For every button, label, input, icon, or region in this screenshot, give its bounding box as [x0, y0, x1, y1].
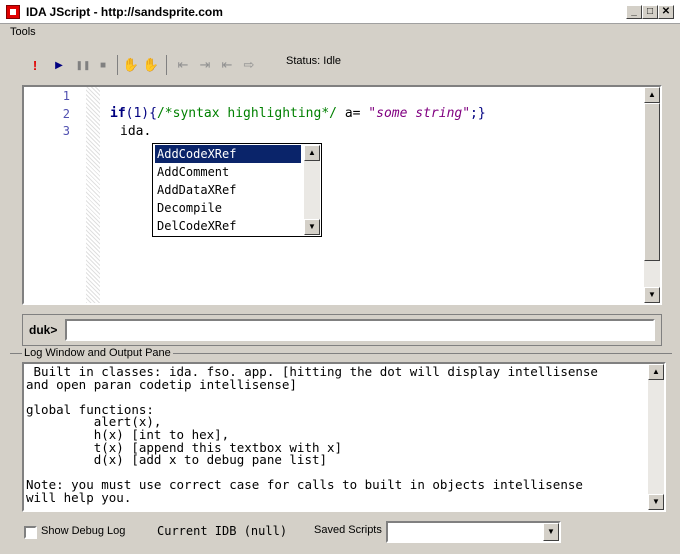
hand-icon[interactable]: ✋	[123, 57, 139, 73]
scroll-up-arrow-icon[interactable]: ▲	[304, 145, 320, 161]
run-to-cursor-icon[interactable]: ⇨	[241, 57, 257, 73]
autocomplete-item[interactable]: AddDataXRef	[155, 181, 301, 199]
title-bar: IDA JScript - http://sandsprite.com _ □ …	[0, 0, 680, 24]
autocomplete-list[interactable]: AddCodeXRef AddComment AddDataXRef Decom…	[152, 143, 322, 237]
scroll-down-arrow-icon[interactable]: ▼	[644, 287, 660, 303]
code-line-2: if(1){/*syntax highlighting*/ a= "some s…	[110, 106, 486, 121]
string-token: "some string"	[368, 106, 471, 121]
scroll-up-arrow-icon[interactable]: ▲	[648, 364, 664, 380]
minimize-button[interactable]: _	[626, 5, 642, 19]
keyword-token: if	[110, 106, 126, 121]
console-input[interactable]	[65, 319, 655, 341]
close-button[interactable]: ✕	[658, 5, 674, 19]
line-number: 3	[62, 124, 70, 138]
code-line-3: ida.	[120, 124, 152, 139]
comment-token: /*syntax highlighting*/	[156, 106, 337, 121]
hand-stop-icon[interactable]: ✋	[143, 57, 159, 73]
line-number: 2	[62, 107, 70, 121]
breakpoint-icon[interactable]: !	[27, 57, 43, 73]
autocomplete-item[interactable]: Decompile	[155, 199, 301, 217]
log-text: Built in classes: ida. fso. app. [hittin…	[26, 364, 598, 505]
saved-scripts-label: Saved Scripts	[314, 524, 382, 536]
stop-icon[interactable]: ■	[95, 57, 111, 73]
autocomplete-scrollbar[interactable]: ▲ ▼	[304, 145, 320, 235]
scroll-thumb[interactable]	[644, 103, 660, 261]
autocomplete-item[interactable]: AddCodeXRef	[155, 145, 301, 163]
scroll-down-arrow-icon[interactable]: ▼	[304, 219, 320, 235]
current-idb-label: Current IDB (null)	[157, 524, 288, 538]
paren-token: (1){	[125, 106, 157, 121]
scroll-up-arrow-icon[interactable]: ▲	[644, 87, 660, 103]
toolbar-separator	[166, 55, 167, 75]
show-debug-log-checkbox[interactable]	[24, 526, 37, 539]
status-text: Status: Idle	[286, 55, 342, 67]
saved-scripts-dropdown[interactable]: ▼	[386, 521, 561, 543]
log-scrollbar[interactable]: ▲ ▼	[648, 364, 664, 510]
fold-margin	[86, 87, 100, 303]
step-over-icon[interactable]: ⇥	[197, 57, 213, 73]
log-group-label: Log Window and Output Pane	[22, 347, 173, 359]
step-out-icon[interactable]: ⇤	[219, 57, 235, 73]
editor-scrollbar[interactable]: ▲ ▼	[644, 87, 660, 303]
log-output-pane[interactable]: Built in classes: ida. fso. app. [hittin…	[22, 362, 666, 512]
show-debug-log-label: Show Debug Log	[41, 525, 126, 537]
line-number-gutter: 1 2 3	[24, 87, 84, 303]
chevron-down-icon[interactable]: ▼	[543, 523, 559, 541]
run-icon[interactable]: ▶	[51, 57, 67, 73]
console-label: duk>	[29, 323, 58, 337]
maximize-button[interactable]: □	[642, 5, 658, 19]
window-title: IDA JScript - http://sandsprite.com	[26, 5, 223, 19]
toolbar-separator	[117, 55, 118, 75]
variable-token: a=	[344, 106, 361, 121]
step-into-icon[interactable]: ⇤	[175, 57, 191, 73]
autocomplete-item[interactable]: DelCodeXRef	[155, 217, 301, 235]
pause-icon[interactable]: ❚❚	[75, 57, 91, 73]
autocomplete-item[interactable]: AddComment	[155, 163, 301, 181]
scroll-down-arrow-icon[interactable]: ▼	[648, 494, 664, 510]
console-frame: duk>	[22, 314, 662, 346]
code-editor[interactable]: 1 2 3 if(1){/*syntax highlighting*/ a= "…	[22, 85, 662, 305]
line-number: 1	[62, 89, 70, 103]
menu-tools[interactable]: Tools	[10, 26, 36, 38]
app-icon	[6, 5, 20, 19]
end-token: ;}	[470, 106, 486, 121]
